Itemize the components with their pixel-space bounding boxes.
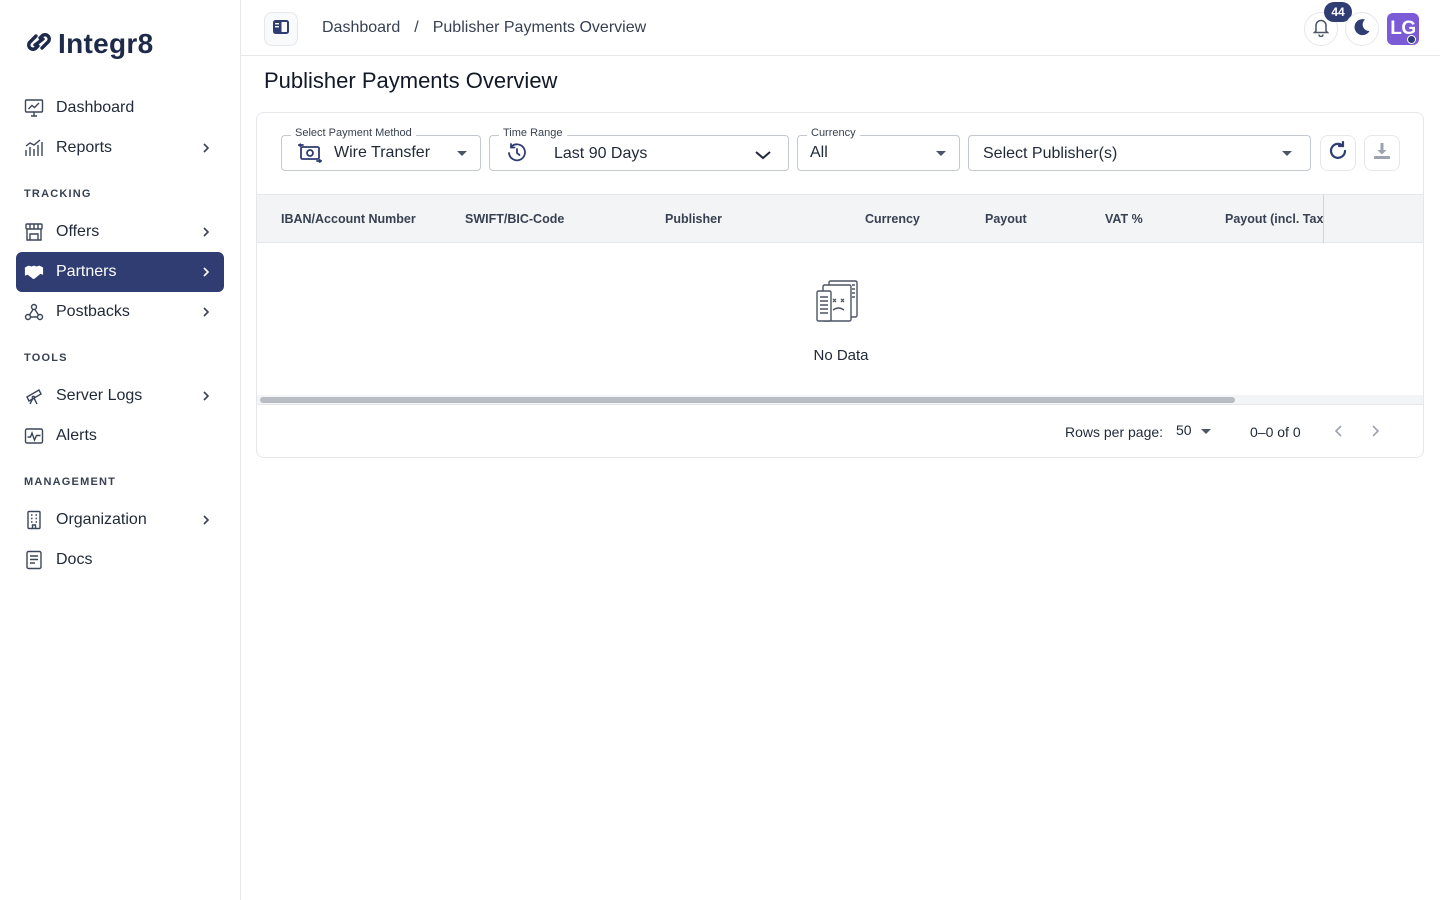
sidebar-item-docs[interactable]: Docs bbox=[16, 540, 224, 580]
sidebar-item-label: Docs bbox=[56, 551, 93, 568]
horizontal-scrollbar[interactable] bbox=[257, 395, 1423, 405]
history-icon bbox=[506, 142, 528, 169]
sidebar-item-organization[interactable]: Organization bbox=[16, 500, 224, 540]
building-icon bbox=[24, 510, 44, 530]
caret-down-icon bbox=[457, 151, 467, 156]
column-header[interactable]: Publisher bbox=[665, 212, 722, 226]
chevron-right-icon bbox=[196, 138, 216, 158]
currency-label: Currency bbox=[807, 127, 860, 139]
chevron-right-icon bbox=[196, 302, 216, 322]
no-data-icon bbox=[815, 279, 867, 330]
payment-method-value: Wire Transfer bbox=[334, 144, 431, 161]
sidebar-panel-icon bbox=[272, 19, 290, 40]
rows-per-page-select[interactable]: 50 bbox=[1176, 422, 1192, 438]
caret-down-icon bbox=[936, 151, 946, 156]
time-range-select[interactable]: Time Range Last 90 Days bbox=[489, 127, 789, 171]
refresh-icon bbox=[1327, 140, 1349, 167]
caret-down-icon bbox=[1201, 429, 1211, 434]
link-logo-icon bbox=[24, 30, 54, 59]
section-title-tracking: TRACKING bbox=[24, 188, 92, 200]
section-title-tools: TOOLS bbox=[24, 352, 68, 364]
empty-state-text: No Data bbox=[813, 347, 869, 364]
app-logo[interactable]: Integr8 bbox=[24, 28, 153, 60]
rows-per-page-label: Rows per page: bbox=[1065, 424, 1164, 440]
sidebar-item-label: Reports bbox=[56, 139, 113, 156]
sidebar-item-server-logs[interactable]: Server Logs bbox=[16, 376, 224, 416]
breadcrumb-dashboard[interactable]: Dashboard bbox=[322, 19, 400, 37]
document-icon bbox=[24, 550, 44, 570]
column-divider bbox=[1323, 195, 1324, 243]
theme-toggle-button[interactable] bbox=[1345, 12, 1379, 46]
chevron-right-icon bbox=[196, 262, 216, 282]
pulse-icon bbox=[24, 426, 44, 446]
next-page-button[interactable] bbox=[1363, 419, 1387, 443]
dashboard-chart-icon bbox=[24, 98, 44, 118]
sidebar-item-partners[interactable]: Partners bbox=[16, 252, 224, 292]
sidebar-item-offers[interactable]: Offers bbox=[16, 212, 224, 252]
column-header[interactable]: Currency bbox=[865, 212, 920, 226]
telescope-icon bbox=[24, 386, 44, 406]
section-title-management: MANAGEMENT bbox=[24, 476, 117, 488]
download-icon bbox=[1372, 141, 1392, 166]
bell-icon bbox=[1312, 17, 1330, 42]
sidebar-item-label: Partners bbox=[56, 263, 117, 280]
currency-select[interactable]: Currency All bbox=[797, 127, 960, 171]
scrollbar-thumb[interactable] bbox=[260, 397, 1235, 403]
column-header[interactable]: Payout bbox=[985, 212, 1027, 226]
sidebar-toggle-button[interactable] bbox=[264, 12, 298, 46]
money-transfer-icon bbox=[297, 143, 323, 168]
pagination-range: 0–0 of 0 bbox=[1250, 424, 1301, 440]
payment-method-label: Select Payment Method bbox=[291, 127, 416, 139]
previous-page-button[interactable] bbox=[1327, 419, 1351, 443]
sidebar-item-label: Postbacks bbox=[56, 303, 130, 320]
column-header[interactable]: Payout (incl. Tax bbox=[1225, 212, 1323, 226]
payments-card: Select Payment Method Wire Transfer Time… bbox=[256, 112, 1424, 458]
table-header: IBAN/Account Number SWIFT/BIC-Code Publi… bbox=[257, 194, 1423, 243]
sidebar-item-reports[interactable]: Reports bbox=[16, 128, 224, 168]
sidebar-item-label: Offers bbox=[56, 223, 100, 240]
caret-down-icon bbox=[1282, 151, 1292, 156]
sidebar-item-label: Alerts bbox=[56, 427, 97, 444]
online-status-dot bbox=[1407, 35, 1416, 44]
moon-icon bbox=[1352, 17, 1372, 42]
publisher-placeholder: Select Publisher(s) bbox=[983, 145, 1118, 162]
refresh-button[interactable] bbox=[1320, 135, 1356, 171]
sidebar-item-label: Server Logs bbox=[56, 387, 143, 404]
breadcrumb: Dashboard / Publisher Payments Overview bbox=[322, 19, 646, 37]
chevron-right-icon bbox=[196, 510, 216, 530]
breadcrumb-separator: / bbox=[414, 19, 419, 36]
sidebar-item-postbacks[interactable]: Postbacks bbox=[16, 292, 224, 332]
handshake-icon bbox=[24, 262, 44, 282]
app-name: Integr8 bbox=[58, 28, 154, 59]
time-range-value: Last 90 Days bbox=[554, 145, 648, 162]
sidebar-item-alerts[interactable]: Alerts bbox=[16, 416, 224, 456]
time-range-label: Time Range bbox=[499, 127, 567, 139]
sidebar-item-dashboard[interactable]: Dashboard bbox=[16, 88, 224, 128]
sidebar-item-label: Organization bbox=[56, 511, 147, 528]
sidebar-item-label: Dashboard bbox=[56, 99, 135, 116]
chevron-right-icon bbox=[196, 222, 216, 242]
chevron-right-icon bbox=[196, 386, 216, 406]
column-header[interactable]: IBAN/Account Number bbox=[281, 212, 416, 226]
bar-chart-icon bbox=[24, 138, 44, 158]
topbar: Dashboard / Publisher Payments Overview … bbox=[241, 0, 1440, 56]
rows-per-page-value: 50 bbox=[1176, 422, 1192, 438]
breadcrumb-current: Publisher Payments Overview bbox=[432, 19, 647, 36]
publisher-select[interactable]: Select Publisher(s) bbox=[968, 135, 1311, 171]
payment-method-select[interactable]: Select Payment Method Wire Transfer bbox=[281, 127, 481, 171]
sidebar: Integr8 Dashboard Reports TRACKING Offer… bbox=[0, 0, 241, 900]
table-pagination: Rows per page: 50 0–0 of 0 bbox=[257, 405, 1423, 457]
download-button[interactable] bbox=[1364, 135, 1400, 171]
currency-value: All bbox=[810, 144, 828, 161]
page-title: Publisher Payments Overview bbox=[264, 68, 558, 93]
empty-state: No Data bbox=[257, 243, 1423, 393]
chevron-down-icon bbox=[754, 148, 772, 166]
storefront-icon bbox=[24, 222, 44, 242]
column-header[interactable]: SWIFT/BIC-Code bbox=[465, 212, 564, 226]
webhook-icon bbox=[24, 302, 44, 322]
column-header[interactable]: VAT % bbox=[1105, 212, 1143, 226]
